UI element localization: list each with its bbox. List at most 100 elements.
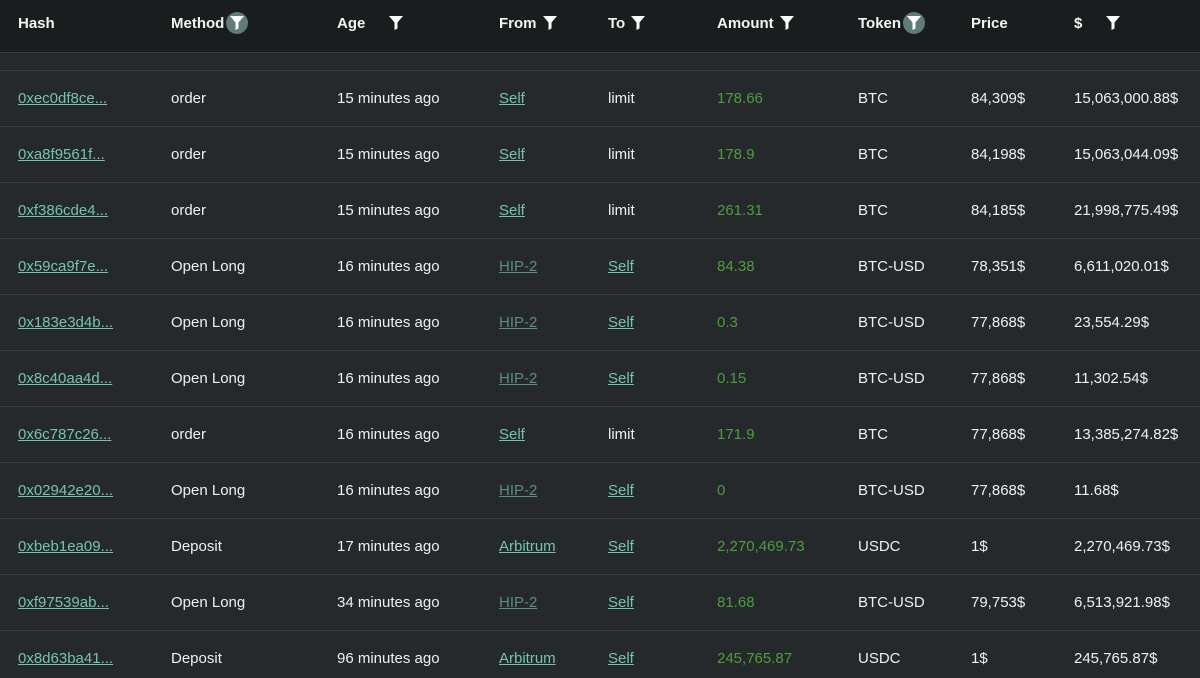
from-cell-text[interactable]: Arbitrum	[499, 538, 556, 555]
from-cell-text[interactable]: Self	[499, 426, 525, 443]
token-cell: BTC	[858, 183, 888, 238]
price-cell-text: 77,868$	[971, 314, 1026, 331]
to-cell: limit	[608, 407, 635, 462]
column-header-hash: Hash	[18, 0, 55, 46]
from-cell-text[interactable]: HIP-2	[499, 482, 537, 499]
price-cell: 78,351$	[971, 239, 1025, 294]
amount-cell-text: 178.9	[717, 146, 755, 163]
hash-link: 0xf386cde4...	[18, 183, 108, 238]
filter-icon[interactable]	[1102, 12, 1124, 34]
method-cell-text: order	[171, 146, 207, 163]
age-cell-text: 16 minutes ago	[337, 370, 440, 387]
to-cell-text[interactable]: Self	[608, 258, 634, 275]
to-cell-text[interactable]: Self	[608, 594, 634, 611]
hash-link-text[interactable]: 0xa8f9561f...	[18, 146, 105, 163]
to-cell-text[interactable]: Self	[608, 538, 634, 555]
hash-link-text[interactable]: 0x183e3d4b...	[18, 314, 113, 331]
age-cell: 96 minutes ago	[337, 631, 440, 678]
from-cell: HIP-2	[499, 463, 537, 518]
table-row: 0xf386cde4... order 15 minutes ago Self limi…	[0, 183, 1200, 239]
column-label: Price	[971, 14, 1008, 32]
from-cell-text[interactable]: Self	[499, 90, 525, 107]
to-cell-text[interactable]: Self	[608, 370, 634, 387]
from-cell-text[interactable]: Arbitrum	[499, 650, 556, 667]
age-cell-text: 16 minutes ago	[337, 258, 440, 275]
from-cell: Self	[499, 71, 525, 126]
usd-value-cell-text: 15,063,044.09$	[1074, 146, 1179, 163]
from-cell: HIP-2	[499, 575, 537, 630]
age-cell: 34 minutes ago	[337, 575, 440, 630]
hash-link-text[interactable]: 0xbeb1ea09...	[18, 538, 113, 555]
filter-icon[interactable]	[385, 12, 407, 34]
price-cell: 84,185$	[971, 183, 1025, 238]
hash-link-text[interactable]: 0xec0df8ce...	[18, 90, 107, 107]
hash-link-text[interactable]: 0x02942e20...	[18, 482, 113, 499]
from-cell-text[interactable]: HIP-2	[499, 594, 537, 611]
method-cell: Open Long	[171, 295, 245, 350]
to-cell: Self	[608, 295, 634, 350]
token-cell: BTC-USD	[858, 463, 925, 518]
hash-link-text[interactable]: 0x8d63ba41...	[18, 650, 113, 667]
hash-link-text[interactable]: 0x6c787c26...	[18, 426, 111, 443]
from-cell-text[interactable]: HIP-2	[499, 258, 537, 275]
token-cell-text: BTC-USD	[858, 594, 925, 611]
column-label: Method	[171, 14, 225, 32]
header-spacer	[0, 53, 1200, 71]
usd-value-cell: 15,063,000.88$	[1074, 71, 1178, 126]
column-label: From	[499, 14, 537, 32]
age-cell-text: 17 minutes ago	[337, 538, 440, 555]
hash-link: 0x183e3d4b...	[18, 295, 113, 350]
token-cell-text: BTC-USD	[858, 482, 925, 499]
column-label: To	[608, 14, 626, 32]
amount-cell: 2,270,469.73	[717, 519, 805, 574]
from-cell-text[interactable]: HIP-2	[499, 370, 537, 387]
from-cell-text[interactable]: Self	[499, 202, 525, 219]
token-cell-text: USDC	[858, 650, 901, 667]
to-cell: Self	[608, 631, 634, 678]
hash-link: 0xa8f9561f...	[18, 127, 105, 182]
price-cell: 79,753$	[971, 575, 1025, 630]
column-header-usd: $	[1074, 0, 1124, 46]
age-cell-text: 96 minutes ago	[337, 650, 440, 667]
column-label: Age	[337, 14, 366, 32]
hash-link: 0x59ca9f7e...	[18, 239, 108, 294]
method-cell-text: Open Long	[171, 594, 246, 611]
from-cell-text[interactable]: HIP-2	[499, 314, 537, 331]
token-cell: BTC-USD	[858, 295, 925, 350]
hash-link-text[interactable]: 0xf386cde4...	[18, 202, 108, 219]
hash-link-text[interactable]: 0x59ca9f7e...	[18, 258, 108, 275]
amount-cell: 84.38	[717, 239, 755, 294]
from-cell: Arbitrum	[499, 519, 556, 574]
filter-icon[interactable]	[627, 12, 649, 34]
to-cell-text[interactable]: Self	[608, 650, 634, 667]
token-cell: BTC	[858, 127, 888, 182]
filter-icon[interactable]	[539, 12, 561, 34]
method-cell-text: Open Long	[171, 482, 246, 499]
to-cell: limit	[608, 183, 635, 238]
to-cell-text[interactable]: Self	[608, 482, 634, 499]
method-cell-text: Open Long	[171, 258, 246, 275]
usd-value-cell: 11.68$	[1074, 463, 1119, 518]
column-header-token: Token	[858, 0, 926, 46]
filter-icon[interactable]	[776, 12, 798, 34]
column-label: Amount	[717, 14, 774, 32]
token-cell-text: BTC-USD	[858, 370, 925, 387]
method-cell-text: order	[171, 202, 207, 219]
to-cell: limit	[608, 71, 635, 126]
from-cell-text[interactable]: Self	[499, 146, 525, 163]
filter-icon[interactable]	[226, 12, 249, 34]
age-cell-text: 34 minutes ago	[337, 594, 440, 611]
age-cell-text: 15 minutes ago	[337, 90, 440, 107]
table-row: 0xec0df8ce... order 15 minutes ago Self limi…	[0, 71, 1200, 127]
method-cell-text: Deposit	[171, 538, 222, 555]
method-cell: Open Long	[171, 575, 245, 630]
hash-link-text[interactable]: 0xf97539ab...	[18, 594, 109, 611]
filter-icon[interactable]	[903, 12, 926, 34]
hash-link: 0x6c787c26...	[18, 407, 111, 462]
to-cell-text[interactable]: Self	[608, 314, 634, 331]
from-cell: Self	[499, 407, 525, 462]
amount-cell: 178.9	[717, 127, 755, 182]
amount-cell: 81.68	[717, 575, 755, 630]
to-cell: Self	[608, 519, 634, 574]
hash-link-text[interactable]: 0x8c40aa4d...	[18, 370, 112, 387]
